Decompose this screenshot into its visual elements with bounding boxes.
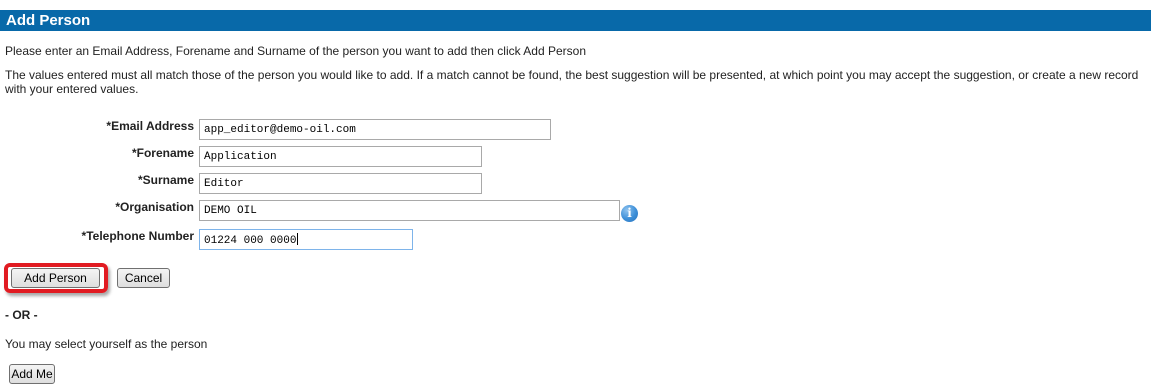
surname-field[interactable]: Editor <box>199 173 482 194</box>
organisation-label: *Organisation <box>115 200 194 214</box>
forename-label: *Forename <box>131 146 194 160</box>
forename-field[interactable]: Application <box>199 146 482 167</box>
email-field[interactable]: app_editor@demo-oil.com <box>199 119 551 140</box>
email-label: *Email Address <box>106 119 194 133</box>
telephone-field[interactable]: 01224 000 0000 <box>199 229 413 250</box>
page-title: Add Person <box>6 12 91 29</box>
info-icon[interactable]: i <box>621 205 638 222</box>
organisation-field[interactable]: DEMO OIL <box>199 200 620 221</box>
email-value: app_editor@demo-oil.com <box>204 124 356 136</box>
organisation-value: DEMO OIL <box>204 205 257 217</box>
page-header: Add Person <box>0 10 1151 31</box>
or-divider: - OR - <box>5 308 38 322</box>
telephone-label: *Telephone Number <box>81 229 194 243</box>
intro-match-info: The values entered must all match those … <box>5 68 1139 96</box>
intro-instructions: Please enter an Email Address, Forename … <box>5 44 587 58</box>
add-person-button[interactable]: Add Person <box>11 268 100 288</box>
cancel-button[interactable]: Cancel <box>117 268 170 288</box>
select-self-text: You may select yourself as the person <box>5 337 208 351</box>
surname-value: Editor <box>204 178 244 190</box>
add-me-button[interactable]: Add Me <box>9 364 55 384</box>
text-caret <box>297 233 299 245</box>
surname-label: *Surname <box>137 173 194 187</box>
telephone-value: 01224 000 0000 <box>204 235 297 247</box>
forename-value: Application <box>204 151 277 163</box>
